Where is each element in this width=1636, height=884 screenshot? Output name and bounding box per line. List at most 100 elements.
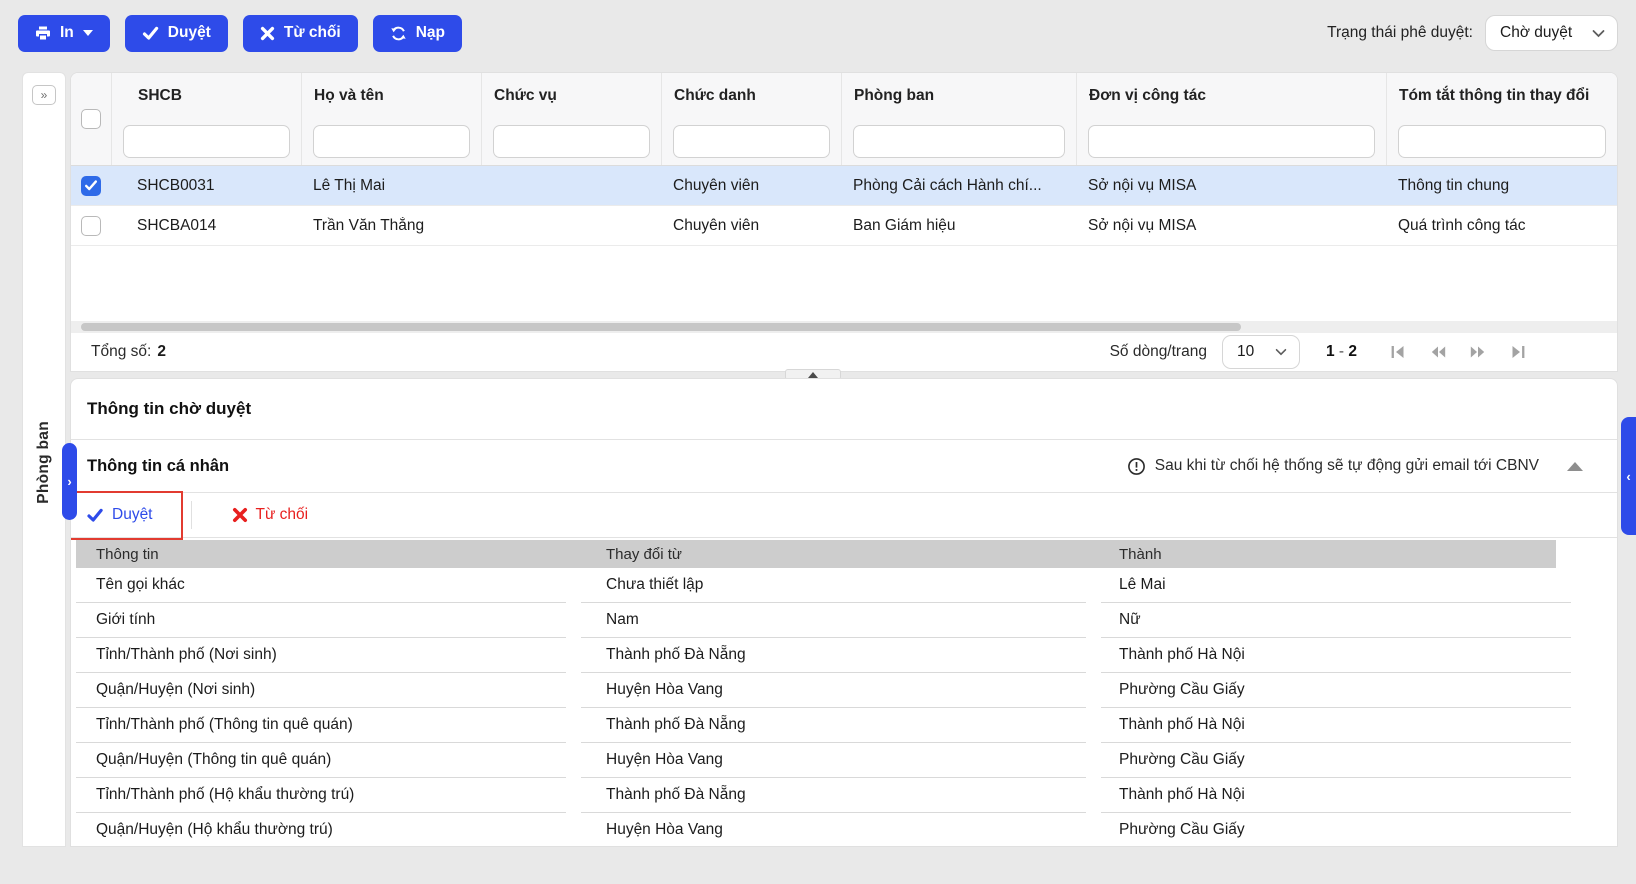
top-toolbar: In Duyệt Từ chối Nạp Trạng thái phê duyệ… bbox=[0, 0, 1636, 66]
col-thong-tin: Thông tin bbox=[96, 545, 159, 563]
column-header[interactable]: Họ và tên bbox=[302, 73, 481, 118]
previous-page-icon[interactable] bbox=[1429, 343, 1447, 361]
rows-per-page-select[interactable]: 10 bbox=[1221, 335, 1300, 369]
approve-button[interactable]: Duyệt bbox=[124, 14, 228, 52]
x-icon bbox=[260, 26, 275, 41]
filter-input-chuc-danh[interactable] bbox=[673, 125, 830, 158]
cell-shcb: SHCBA014 bbox=[137, 216, 217, 234]
section-title: Thông tin cá nhân bbox=[87, 456, 230, 475]
column-phong-ban: Phòng ban bbox=[841, 73, 1076, 165]
filter-input-shcb[interactable] bbox=[123, 125, 290, 158]
total-label: Tổng số: bbox=[91, 343, 152, 360]
chevron-down-icon bbox=[1275, 348, 1287, 356]
grid-header: SHCB Họ và tên Chức vụ Chức danh Phòng b… bbox=[71, 73, 1617, 166]
reject-button-label: Từ chối bbox=[283, 24, 341, 41]
old-value: Nam bbox=[581, 603, 1086, 638]
column-header[interactable]: Tóm tắt thông tin thay đổi bbox=[1387, 73, 1617, 118]
filter-input-chuc-vu[interactable] bbox=[493, 125, 650, 158]
old-value: Thành phố Đà Nẵng bbox=[581, 708, 1086, 743]
rows-per-page-value: 10 bbox=[1236, 343, 1255, 360]
employee-grid-panel: SHCB Họ và tên Chức vụ Chức danh Phòng b… bbox=[70, 72, 1618, 372]
collapse-section-icon[interactable] bbox=[1567, 461, 1583, 471]
row-range: 1 - 2 bbox=[1325, 343, 1357, 360]
scrollbar-thumb[interactable] bbox=[81, 323, 1241, 331]
horizontal-scrollbar[interactable] bbox=[71, 321, 1617, 333]
cell-don-vi: Sở nội vụ MISA bbox=[1088, 176, 1197, 194]
change-row: Giới tính Nam Nữ bbox=[76, 603, 1617, 638]
old-value: Huyện Hòa Vang bbox=[581, 743, 1086, 778]
note-text: Sau khi từ chối hệ thống sẽ tự động gửi … bbox=[1154, 457, 1539, 474]
change-row: Tỉnh/Thành phố (Thông tin quê quán) Thàn… bbox=[76, 708, 1617, 743]
triangle-up-icon bbox=[808, 371, 818, 378]
total-value: 2 bbox=[157, 343, 166, 360]
reload-button[interactable]: Nạp bbox=[372, 14, 463, 52]
right-panel-toggle[interactable]: ‹ bbox=[1621, 417, 1636, 535]
filter-input-phong-ban[interactable] bbox=[853, 125, 1065, 158]
col-thanh: Thành bbox=[1119, 545, 1162, 563]
left-panel-toggle[interactable]: › bbox=[62, 443, 77, 520]
cell-tom-tat: Quá trình công tác bbox=[1398, 216, 1526, 234]
field-name: Quận/Huyện (Nơi sinh) bbox=[76, 673, 566, 708]
changes-table-header: Thông tin Thay đổi từ Thành bbox=[76, 540, 1556, 568]
column-ho-va-ten: Họ và tên bbox=[301, 73, 481, 165]
field-name: Tỉnh/Thành phố (Nơi sinh) bbox=[76, 638, 566, 673]
cell-chuc-danh: Chuyên viên bbox=[673, 176, 760, 194]
column-header[interactable]: Chức danh bbox=[662, 73, 841, 118]
cell-name: Lê Thị Mai bbox=[313, 176, 386, 194]
change-row: Tỉnh/Thành phố (Nơi sinh) Thành phố Đà N… bbox=[76, 638, 1617, 673]
change-row: Quận/Huyện (Nơi sinh) Huyện Hòa Vang Phư… bbox=[76, 673, 1617, 708]
approval-status-label: Trạng thái phê duyệt: bbox=[1327, 24, 1473, 41]
new-value: Phường Cầu Giấy bbox=[1101, 743, 1571, 778]
field-name: Tỉnh/Thành phố (Hộ khẩu thường trú) bbox=[76, 778, 566, 813]
print-button-label: In bbox=[60, 24, 74, 41]
left-sidebar: » Phòng ban bbox=[22, 72, 66, 847]
cell-don-vi: Sở nội vụ MISA bbox=[1088, 216, 1197, 234]
approval-status-select[interactable]: Chờ duyệt bbox=[1485, 15, 1618, 51]
changes-table: Thông tin Thay đổi từ Thành Tên gọi khác… bbox=[76, 540, 1617, 846]
sidebar-expand-button[interactable]: » bbox=[32, 85, 56, 105]
old-value: Huyện Hòa Vang bbox=[581, 673, 1086, 708]
cell-chuc-danh: Chuyên viên bbox=[673, 216, 760, 234]
approval-status-value: Chờ duyệt bbox=[1500, 24, 1573, 41]
column-header[interactable]: Chức vụ bbox=[482, 73, 661, 118]
chevron-down-icon bbox=[82, 30, 93, 36]
table-row[interactable]: SHCBA014 Trần Văn Thắng Chuyên viên Ban … bbox=[71, 206, 1617, 246]
filter-input-ho-va-ten[interactable] bbox=[313, 125, 470, 158]
column-chuc-danh: Chức danh bbox=[661, 73, 841, 165]
vertical-divider bbox=[190, 501, 192, 529]
section-approve-button[interactable]: Duyệt bbox=[86, 506, 153, 524]
panel-title: Thông tin chờ duyệt bbox=[71, 379, 1617, 440]
column-header[interactable]: Đơn vị công tác bbox=[1077, 73, 1386, 118]
new-value: Thành phố Hà Nội bbox=[1101, 708, 1571, 743]
change-row: Quận/Huyện (Hộ khẩu thường trú) Huyện Hò… bbox=[76, 813, 1617, 846]
first-page-icon[interactable] bbox=[1389, 343, 1407, 361]
next-page-icon[interactable] bbox=[1469, 343, 1487, 361]
x-icon bbox=[232, 507, 248, 523]
reject-button[interactable]: Từ chối bbox=[242, 14, 358, 52]
printer-icon bbox=[35, 25, 51, 41]
reload-button-label: Nạp bbox=[415, 24, 446, 41]
reject-email-note: Sau khi từ chối hệ thống sẽ tự động gửi … bbox=[1127, 457, 1539, 476]
personal-info-section-header: Thông tin cá nhân Sau khi từ chối hệ thố… bbox=[71, 440, 1617, 493]
column-header[interactable]: SHCB bbox=[112, 73, 301, 118]
info-icon bbox=[1127, 457, 1146, 476]
print-button[interactable]: In bbox=[18, 14, 110, 52]
approve-button-label: Duyệt bbox=[167, 24, 211, 41]
table-row[interactable]: SHCB0031 Lê Thị Mai Chuyên viên Phòng Cả… bbox=[71, 166, 1617, 206]
last-page-icon[interactable] bbox=[1509, 343, 1527, 361]
section-reject-button[interactable]: Từ chối bbox=[232, 506, 308, 524]
select-all-checkbox[interactable] bbox=[81, 109, 101, 129]
column-shcb: SHCB bbox=[111, 73, 301, 165]
column-don-vi-cong-tac: Đơn vị công tác bbox=[1076, 73, 1386, 165]
new-value: Lê Mai bbox=[1101, 568, 1571, 603]
row-checkbox[interactable] bbox=[81, 175, 101, 196]
filter-input-tom-tat[interactable] bbox=[1398, 125, 1606, 158]
field-name: Giới tính bbox=[76, 603, 566, 638]
row-checkbox[interactable] bbox=[81, 215, 101, 236]
select-all-column bbox=[71, 73, 111, 165]
cell-phong-ban: Ban Giám hiệu bbox=[853, 216, 956, 234]
filter-input-don-vi-cong-tac[interactable] bbox=[1088, 125, 1375, 158]
col-thay-doi-tu: Thay đổi từ bbox=[606, 545, 682, 563]
sidebar-tab-phong-ban[interactable]: Phòng ban bbox=[35, 421, 53, 504]
column-header[interactable]: Phòng ban bbox=[842, 73, 1076, 118]
